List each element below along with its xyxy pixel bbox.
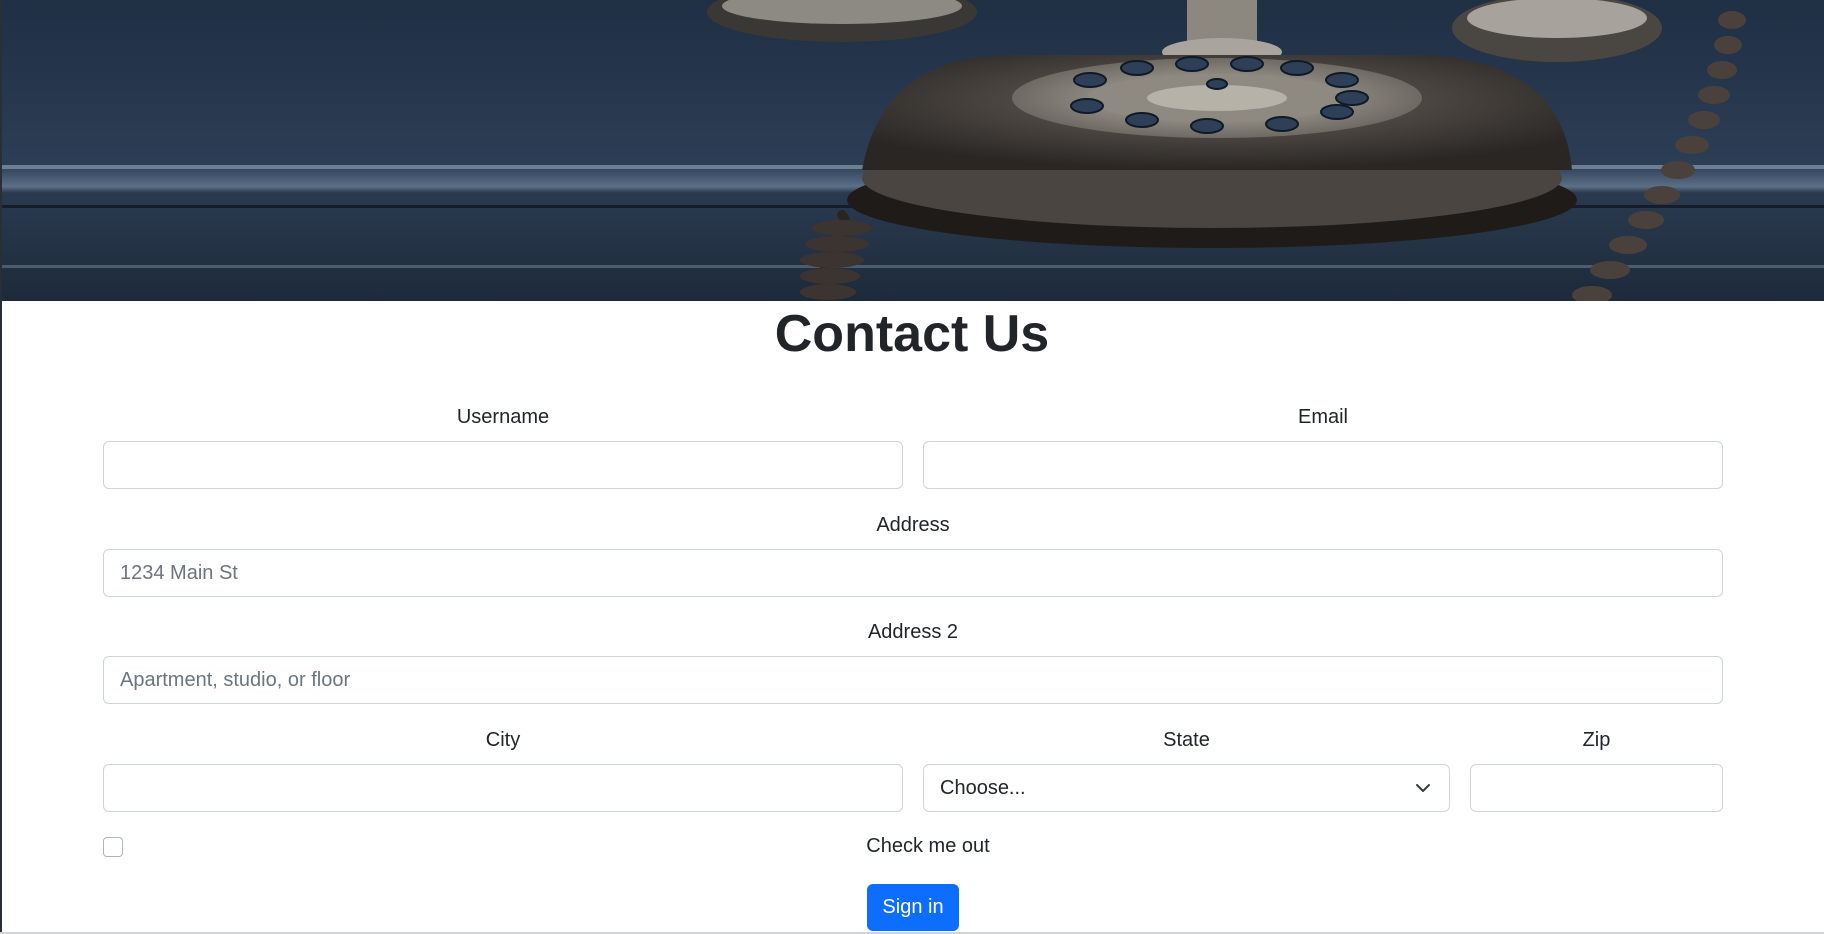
telephone-illustration xyxy=(2,0,1824,301)
username-input[interactable] xyxy=(103,441,903,489)
sign-in-button[interactable]: Sign in xyxy=(867,884,959,931)
address-input[interactable] xyxy=(103,549,1723,597)
email-label: Email xyxy=(1297,406,1348,428)
chevron-down-icon xyxy=(1416,784,1430,792)
address2-label: Address 2 xyxy=(867,621,959,643)
city-label: City xyxy=(485,729,521,751)
state-select[interactable]: Choose... xyxy=(923,764,1450,812)
city-input[interactable] xyxy=(103,764,903,812)
address2-input[interactable] xyxy=(103,656,1723,704)
hero-banner-image xyxy=(2,0,1824,301)
page-title: Contact Us xyxy=(774,305,1050,363)
username-label: Username xyxy=(456,406,550,428)
address-label: Address xyxy=(876,514,950,536)
zip-input[interactable] xyxy=(1470,764,1723,812)
email-input[interactable] xyxy=(923,441,1723,489)
zip-label: Zip xyxy=(1582,729,1611,751)
check-me-out-label[interactable]: Check me out xyxy=(0,835,1824,858)
state-select-value: Choose... xyxy=(940,777,1026,799)
state-label: State xyxy=(1163,729,1210,751)
